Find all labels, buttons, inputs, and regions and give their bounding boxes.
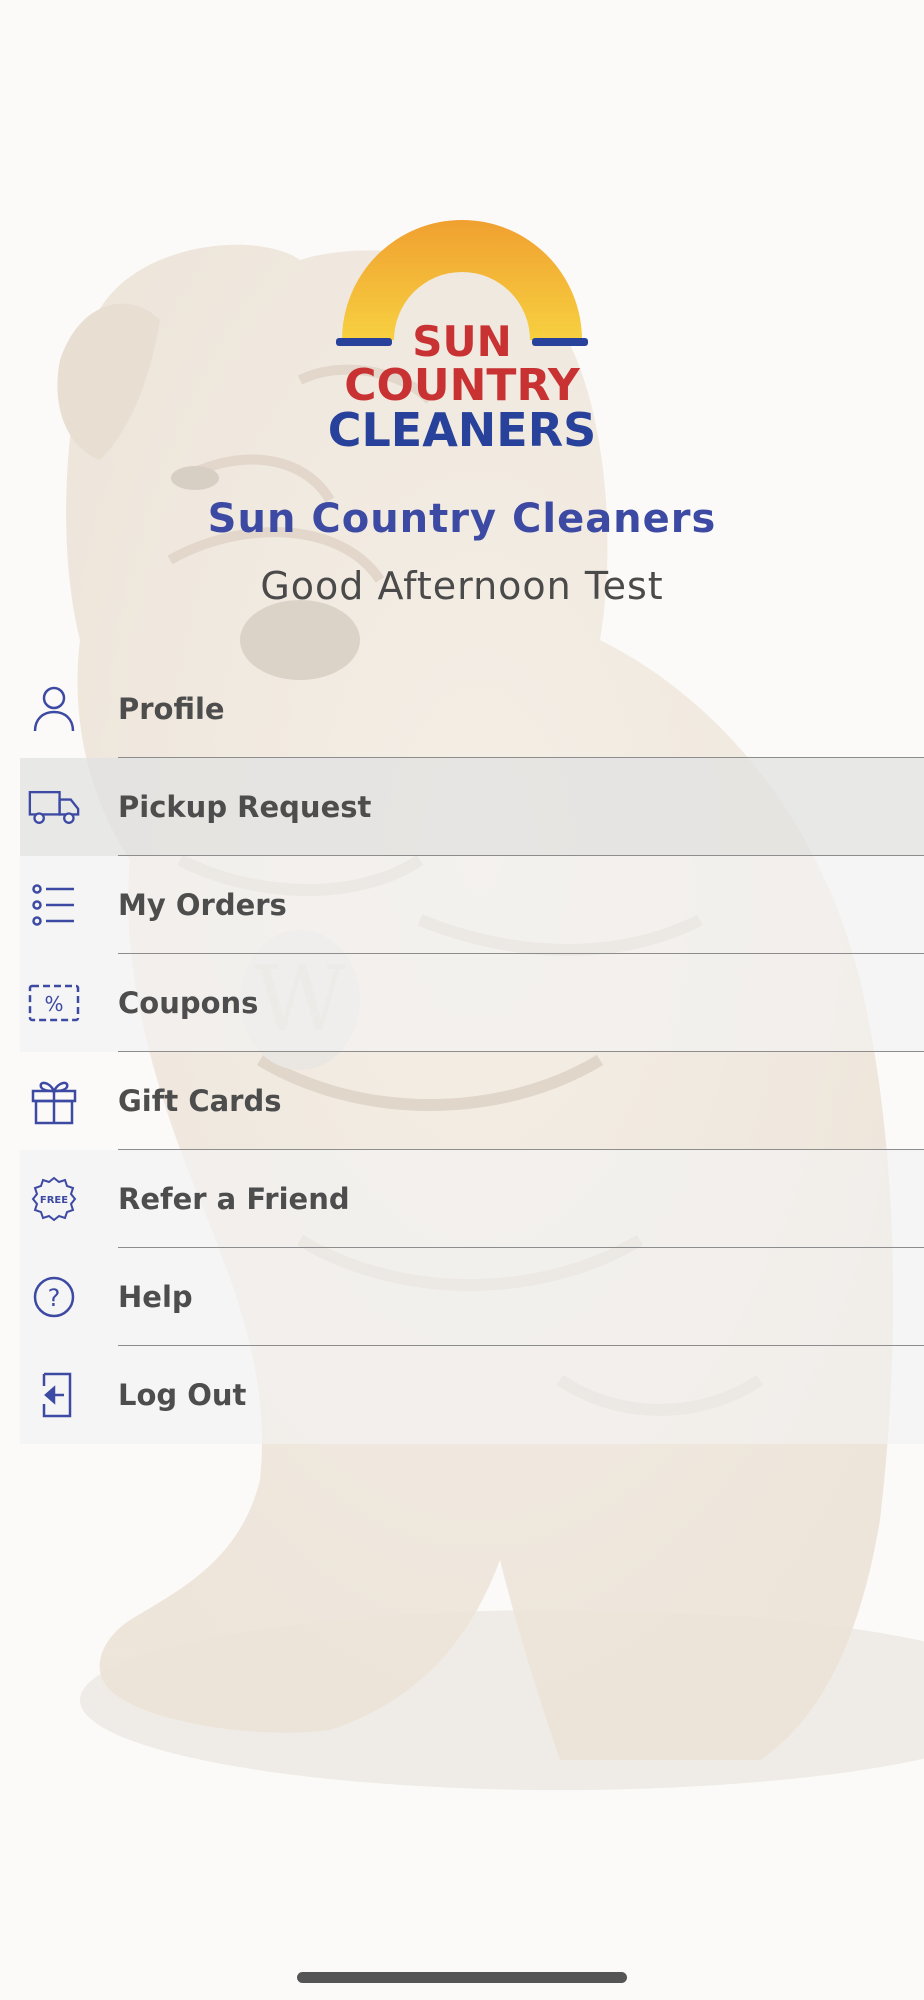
menu-item-label: My Orders [118, 888, 287, 922]
menu-item-pickup-request[interactable]: Pickup Request [20, 758, 924, 856]
list-icon [28, 879, 80, 931]
menu-item-label: Coupons [118, 986, 259, 1020]
logout-icon [28, 1369, 80, 1421]
delivery-truck-icon [28, 781, 80, 833]
svg-text:?: ? [48, 1284, 61, 1312]
greeting-text: Good Afternoon Test [260, 564, 664, 608]
menu-item-gift-cards[interactable]: Gift Cards [20, 1052, 924, 1150]
menu-item-my-orders[interactable]: My Orders [20, 856, 924, 954]
menu-item-help[interactable]: ? Help [20, 1248, 924, 1346]
logo-line-cleaners: CLEANERS [328, 403, 597, 450]
menu-item-profile[interactable]: Profile [20, 660, 924, 758]
business-name: Sun Country Cleaners [207, 496, 717, 542]
free-badge-icon: FREE [28, 1173, 80, 1225]
menu-item-label: Profile [118, 692, 225, 726]
menu-item-label: Gift Cards [118, 1084, 282, 1118]
menu-item-log-out[interactable]: Log Out [20, 1346, 924, 1444]
menu-item-coupons[interactable]: % Coupons [20, 954, 924, 1052]
menu-item-refer-a-friend[interactable]: FREE Refer a Friend [20, 1150, 924, 1248]
brand-logo: SUN COUNTRY CLEANERS [0, 210, 924, 450]
coupon-percent-icon: % [28, 977, 80, 1029]
menu-item-label: Pickup Request [118, 790, 372, 824]
menu-item-label: Help [118, 1280, 193, 1314]
menu-item-label: Log Out [118, 1378, 247, 1412]
person-icon [28, 683, 80, 735]
svg-text:%: % [44, 992, 63, 1016]
svg-text:FREE: FREE [40, 1195, 68, 1206]
menu-item-label: Refer a Friend [118, 1182, 350, 1216]
navigation-menu: Profile Pickup Request My Orders % Coupo… [20, 660, 924, 1444]
home-indicator[interactable] [297, 1972, 627, 1983]
logo-line-sun: SUN [412, 317, 512, 366]
help-circle-icon: ? [28, 1271, 80, 1323]
gift-icon [28, 1075, 80, 1127]
